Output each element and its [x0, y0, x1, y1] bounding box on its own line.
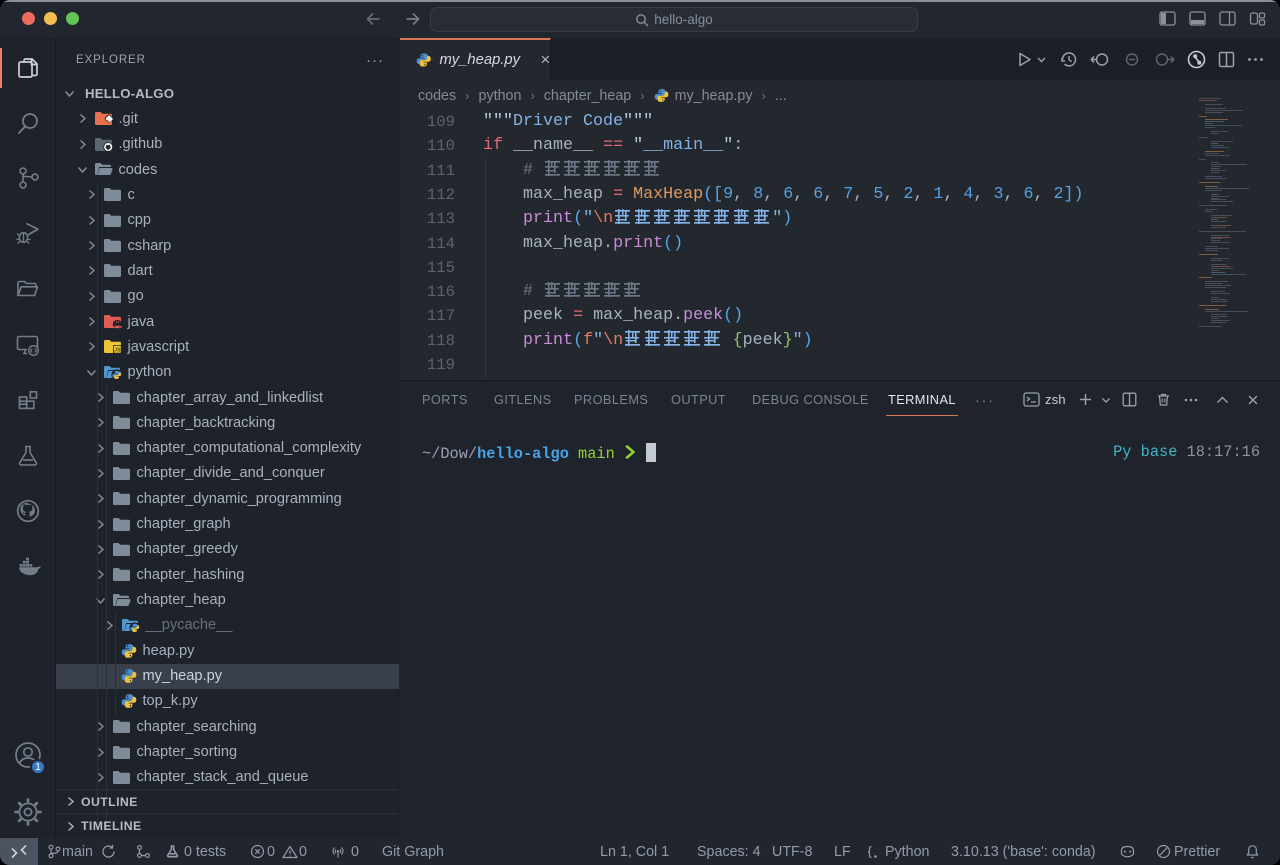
svg-text:JS: JS	[114, 348, 121, 354]
